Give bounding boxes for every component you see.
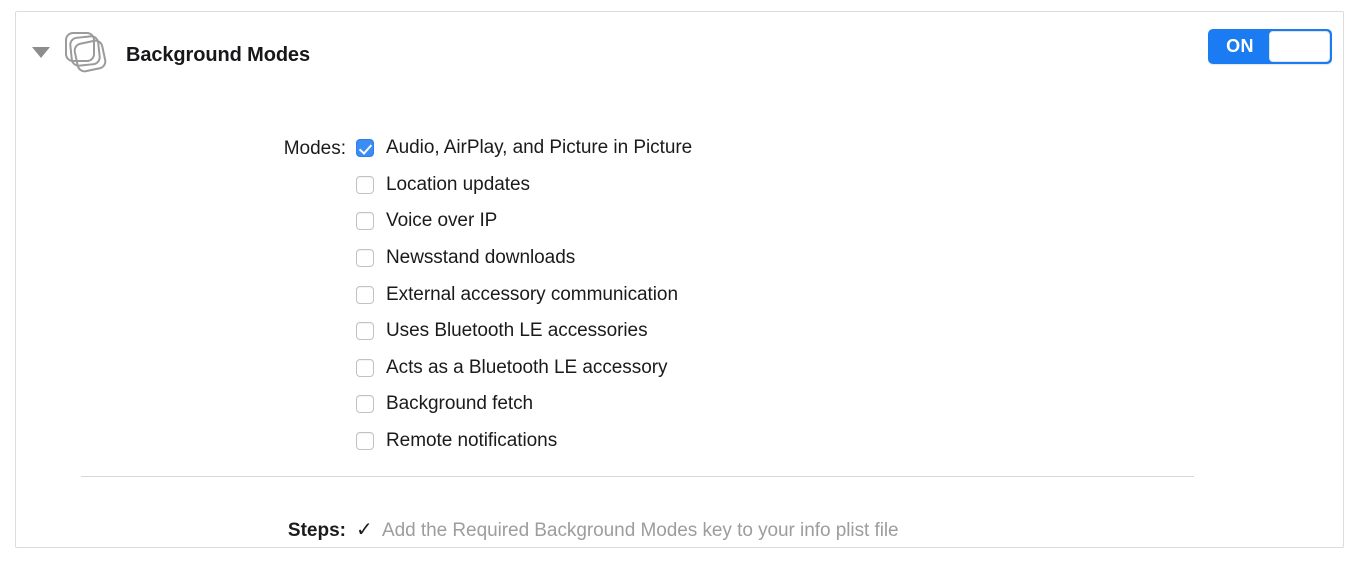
mode-row[interactable]: Newsstand downloads <box>356 240 692 277</box>
checkbox-icon[interactable] <box>356 249 374 268</box>
section-divider <box>81 476 1194 477</box>
toggle-knob[interactable] <box>1269 31 1330 62</box>
mode-label: Voice over IP <box>386 210 498 232</box>
page-title: Background Modes <box>126 44 310 66</box>
toggle-state-label: ON <box>1226 36 1254 56</box>
mode-row[interactable]: Audio, AirPlay, and Picture in Picture <box>356 130 692 167</box>
checkbox-icon[interactable] <box>356 395 374 414</box>
checkbox-icon[interactable] <box>356 322 374 341</box>
mode-row[interactable]: Voice over IP <box>356 203 692 240</box>
mode-label: Location updates <box>386 173 530 195</box>
panel-header: Background Modes ON <box>16 12 1343 90</box>
check-icon: ✓ <box>356 519 373 541</box>
background-modes-toggle[interactable]: ON <box>1208 29 1332 64</box>
mode-row[interactable]: Acts as a Bluetooth LE accessory <box>356 350 692 387</box>
mode-row[interactable]: Uses Bluetooth LE accessories <box>356 313 692 350</box>
checkbox-icon[interactable] <box>356 432 374 451</box>
mode-label: Background fetch <box>386 393 534 415</box>
mode-label: Acts as a Bluetooth LE accessory <box>386 356 668 378</box>
mode-row[interactable]: Remote notifications <box>356 423 692 460</box>
checkbox-checked-icon[interactable] <box>356 139 374 158</box>
mode-row[interactable]: Location updates <box>356 167 692 204</box>
checkbox-icon[interactable] <box>356 358 374 377</box>
mode-label: Audio, AirPlay, and Picture in Picture <box>386 137 693 159</box>
background-modes-screen: Background Modes ON Modes: Audio, AirPla… <box>0 0 1360 563</box>
stacked-cards-icon <box>60 28 114 80</box>
mode-row[interactable]: External accessory communication <box>356 276 692 313</box>
background-modes-panel: Background Modes ON Modes: Audio, AirPla… <box>15 11 1344 548</box>
checkbox-icon[interactable] <box>356 285 374 304</box>
steps-description: Add the Required Background Modes key to… <box>382 520 899 541</box>
mode-label: External accessory communication <box>386 283 678 305</box>
modes-label: Modes: <box>283 138 346 159</box>
mode-label: Uses Bluetooth LE accessories <box>386 320 648 342</box>
disclosure-triangle-icon[interactable] <box>30 42 52 64</box>
mode-label: Newsstand downloads <box>386 247 576 269</box>
checkbox-icon[interactable] <box>356 175 374 194</box>
modes-list: Audio, AirPlay, and Picture in Picture L… <box>356 130 692 459</box>
mode-row[interactable]: Background fetch <box>356 386 692 423</box>
mode-label: Remote notifications <box>386 430 558 452</box>
steps-label: Steps: <box>287 520 346 541</box>
triangle-down-glyph <box>32 47 50 58</box>
checkbox-icon[interactable] <box>356 212 374 231</box>
